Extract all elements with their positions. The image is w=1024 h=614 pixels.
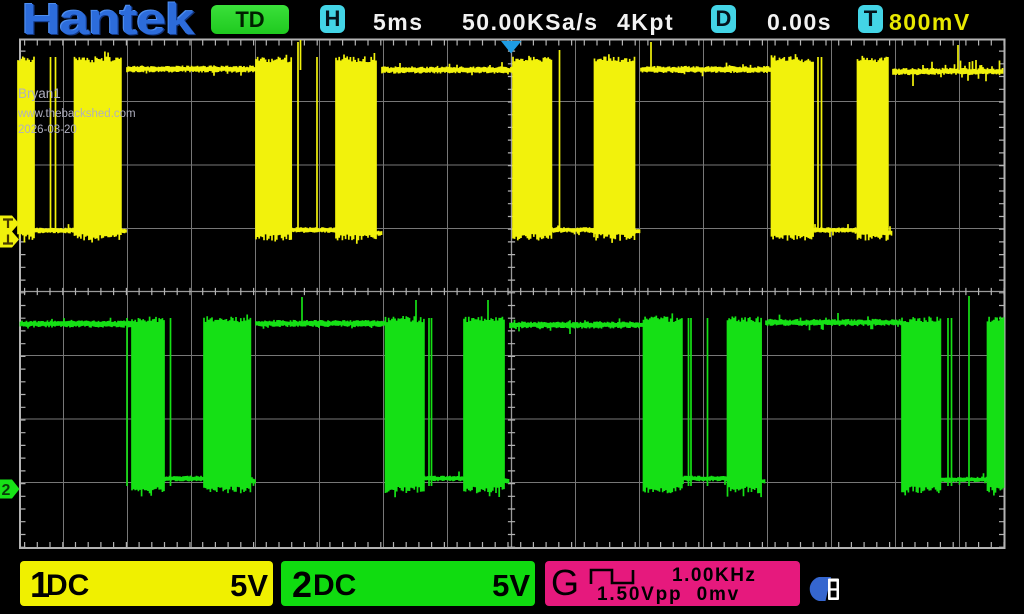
svg-text:2: 2	[2, 482, 11, 499]
